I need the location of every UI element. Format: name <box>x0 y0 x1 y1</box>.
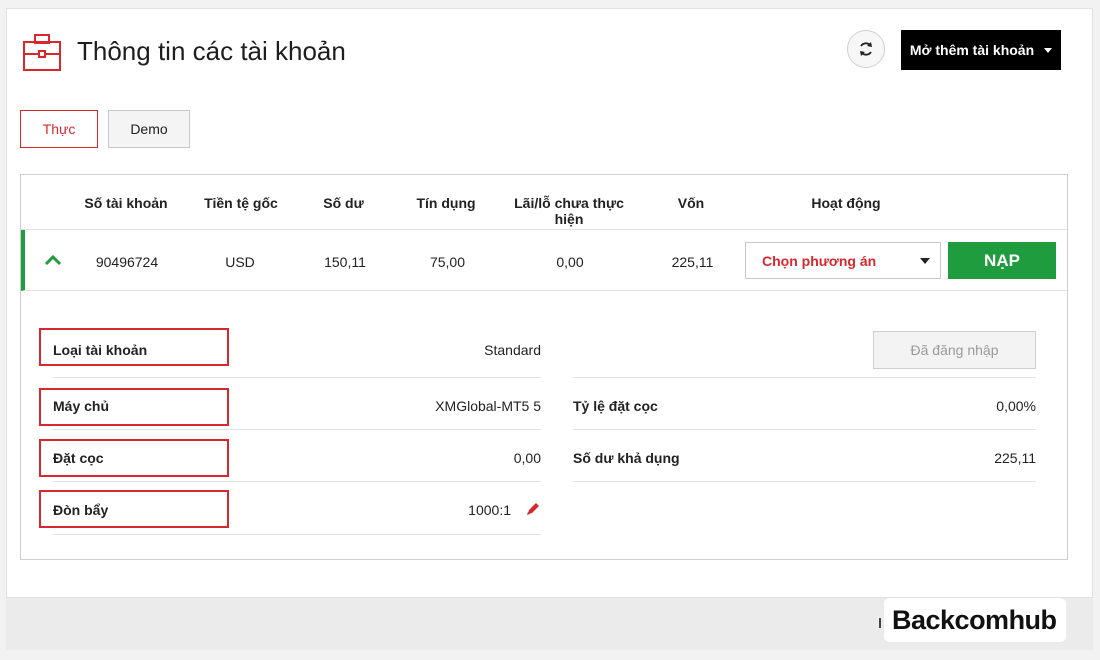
detail-value: 0,00% <box>996 398 1036 414</box>
divider <box>879 618 881 628</box>
deposit-button[interactable]: NẠP <box>948 242 1056 279</box>
open-account-button[interactable]: Mở thêm tài khoản <box>901 30 1061 70</box>
action-select[interactable]: Chọn phương án <box>745 242 941 279</box>
action-select-value: Chọn phương án <box>762 252 877 269</box>
tab-real[interactable]: Thực <box>20 110 98 148</box>
credit: 75,00 <box>429 254 466 270</box>
detail-value: 225,11 <box>994 450 1036 466</box>
detail-label: Số dư khả dụng <box>573 450 680 466</box>
caret-down-icon <box>1044 47 1053 53</box>
highlight-box <box>39 388 229 426</box>
divider <box>573 326 1036 378</box>
refresh-icon <box>860 42 872 56</box>
detail-value: XMGlobal-MT5 5 <box>435 398 541 414</box>
brand-logo: Backcomhub <box>884 598 1066 642</box>
header-action: Hoạt động <box>811 195 881 211</box>
tab-demo[interactable]: Demo <box>108 110 190 148</box>
highlight-box <box>39 328 229 366</box>
briefcase-icon <box>23 34 61 71</box>
header-currency: Tiền tệ gốc <box>204 195 278 211</box>
page-title: Thông tin các tài khoản <box>77 36 346 66</box>
table-header: Số tài khoản Tiền tệ gốc Số dư Tín dụng … <box>21 175 1067 230</box>
detail-value: Standard <box>484 342 541 358</box>
equity: 225,11 <box>671 254 714 270</box>
header-unrealized-pl: Lãi/lỗ chưa thực hiện <box>514 195 624 227</box>
unrealized-pl: 0,00 <box>556 254 584 270</box>
detail-value: 1000:1 <box>468 502 511 518</box>
balance: 150,11 <box>324 254 366 270</box>
header-credit: Tín dụng <box>416 195 476 211</box>
account-number: 90496724 <box>95 254 159 270</box>
highlight-box <box>39 439 229 477</box>
header-equity: Vốn <box>677 195 705 211</box>
refresh-button[interactable] <box>847 30 885 68</box>
chevron-up-icon[interactable] <box>43 252 63 268</box>
currency: USD <box>225 254 255 270</box>
open-account-label: Mở thêm tài khoản <box>909 42 1035 58</box>
detail-margin-rate: Tỷ lệ đặt cọc 0,00% <box>573 378 1036 430</box>
detail-value: 0,00 <box>513 450 541 466</box>
header-account-number: Số tài khoản <box>84 195 168 211</box>
pencil-icon[interactable] <box>525 501 541 517</box>
accounts-table: Số tài khoản Tiền tệ gốc Số dư Tín dụng … <box>20 174 1068 560</box>
caret-down-icon <box>920 258 930 264</box>
detail-label: Tỷ lệ đặt cọc <box>573 398 658 414</box>
highlight-box <box>39 490 229 528</box>
detail-available-balance: Số dư khả dụng 225,11 <box>573 430 1036 482</box>
header-balance: Số dư <box>323 195 364 211</box>
table-row: 90496724 USD 150,11 75,00 0,00 225,11 Ch… <box>21 230 1067 291</box>
